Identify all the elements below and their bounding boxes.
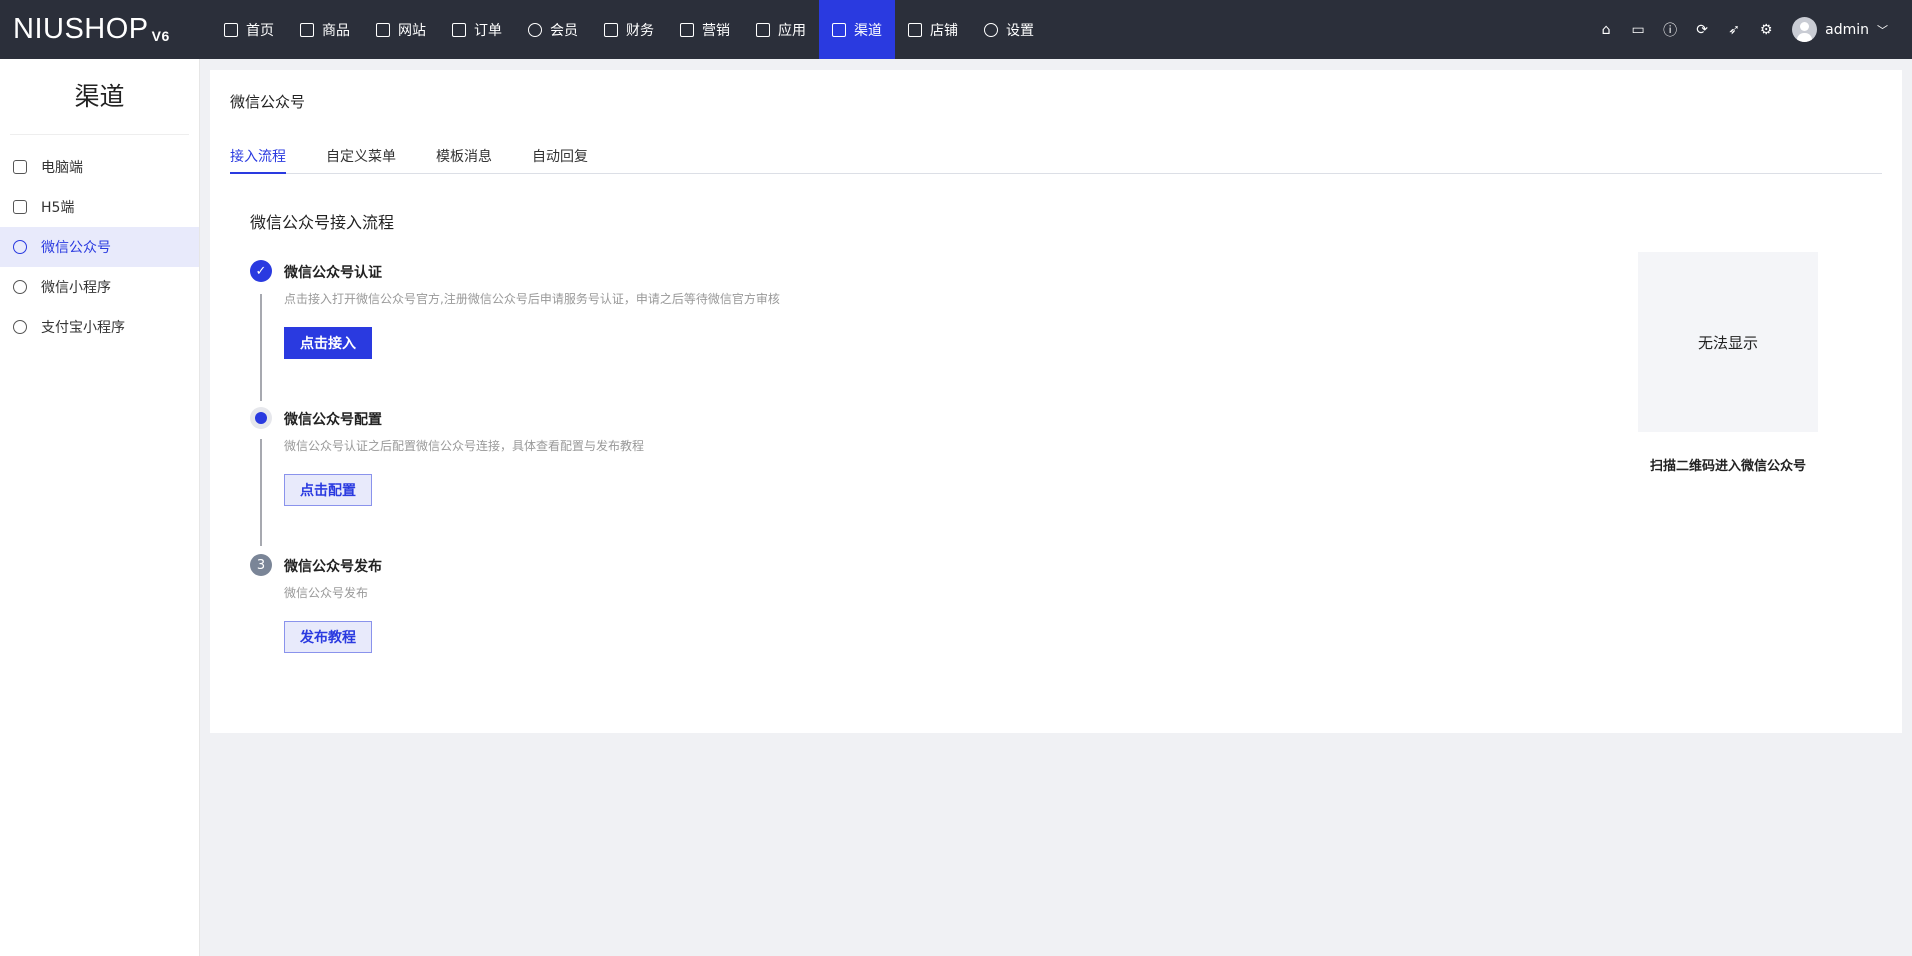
- user-icon: [528, 22, 542, 37]
- nav-label: 首页: [246, 22, 274, 39]
- wechat-badge-icon: [13, 240, 27, 254]
- step-connector: [260, 294, 262, 401]
- html5-icon: [13, 200, 27, 214]
- step-title: 微信公众号配置: [284, 412, 382, 428]
- nav-website[interactable]: 网站: [363, 0, 439, 59]
- logo-version: V6: [151, 28, 170, 44]
- alipay-icon: [13, 320, 27, 334]
- step-title: 微信公众号发布: [284, 559, 382, 575]
- nav-finance[interactable]: 财务: [591, 0, 667, 59]
- header-tools: ⌂ ▭ ⓘ ⟳ ➶ ⚙ admin ﹀: [1590, 0, 1912, 59]
- qr-code: 无法显示: [1638, 252, 1818, 432]
- nav-label: 商品: [322, 22, 350, 39]
- nav-label: 渠道: [854, 22, 882, 39]
- tab-custom-menu[interactable]: 自定义菜单: [326, 140, 396, 174]
- logo[interactable]: NIUSHOP V6: [13, 13, 211, 46]
- connect-button[interactable]: 点击接入: [284, 327, 372, 359]
- nav-home[interactable]: 首页: [211, 0, 287, 59]
- qr-caption: 扫描二维码进入微信公众号: [1649, 459, 1806, 474]
- wallet-icon: [604, 22, 618, 37]
- monitor-icon: [13, 160, 27, 174]
- chart-icon: [680, 22, 694, 37]
- nav-channels[interactable]: 渠道: [819, 0, 895, 59]
- rocket-icon[interactable]: ➶: [1726, 22, 1742, 38]
- easel-icon: [832, 22, 846, 37]
- document-icon: [908, 22, 922, 37]
- nav-apps[interactable]: 应用: [743, 0, 819, 59]
- nav-label: 应用: [778, 22, 806, 39]
- tab-template-message[interactable]: 模板消息: [436, 140, 492, 174]
- printer-icon: [376, 22, 390, 37]
- sidebar-item-label: 微信公众号: [41, 240, 111, 256]
- monitor-icon: [224, 22, 238, 37]
- nav-label: 会员: [550, 22, 578, 39]
- tab-auto-reply[interactable]: 自动回复: [532, 140, 588, 174]
- gear-icon[interactable]: ⚙: [1758, 22, 1774, 38]
- step-description: 微信公众号认证之后配置微信公众号连接，具体查看配置与发布教程: [284, 439, 645, 453]
- chevron-down-icon[interactable]: ﹀: [1877, 22, 1888, 38]
- nav-goods[interactable]: 商品: [287, 0, 363, 59]
- qr-placeholder-text: 无法显示: [1697, 333, 1758, 352]
- refresh-icon[interactable]: ⟳: [1694, 22, 1710, 38]
- nav-label: 网站: [398, 22, 426, 39]
- avatar[interactable]: [1792, 17, 1818, 42]
- step-description: 点击接入打开微信公众号官方,注册微信公众号后申请服务号认证，申请之后等待微信官方…: [284, 292, 780, 306]
- current-step-icon: [250, 407, 272, 429]
- tab-access-flow[interactable]: 接入流程: [230, 140, 286, 174]
- clipboard-icon: [452, 22, 466, 37]
- mini-program-icon: [13, 280, 27, 294]
- nav-marketing[interactable]: 营销: [667, 0, 743, 59]
- logo-text: NIUSHOP: [13, 13, 149, 45]
- step-number-icon: 3: [250, 554, 272, 576]
- sidebar-item-pc[interactable]: 电脑端: [0, 147, 199, 187]
- sidebar-item-wechat-official[interactable]: 微信公众号: [0, 227, 199, 267]
- grid-icon: [756, 22, 770, 37]
- sidebar-title: 渠道: [10, 59, 189, 135]
- sidebar-item-label: 支付宝小程序: [41, 320, 125, 336]
- nav-label: 财务: [626, 22, 654, 39]
- nav-label: 订单: [474, 22, 502, 39]
- nav-members[interactable]: 会员: [515, 0, 591, 59]
- step-description: 微信公众号发布: [284, 586, 369, 600]
- main-nav: 首页 商品 网站 订单 会员 财务 营销 应用 渠道 店铺 设置: [211, 0, 1047, 59]
- sidebar-item-label: 微信小程序: [41, 280, 111, 296]
- check-icon: ✓: [250, 260, 272, 282]
- content-card: 微信公众号 接入流程 自定义菜单 模板消息 自动回复 微信公众号接入流程 ✓ 微…: [210, 70, 1902, 733]
- nav-label: 营销: [702, 22, 730, 39]
- nav-orders[interactable]: 订单: [439, 0, 515, 59]
- section-title: 微信公众号接入流程: [250, 213, 395, 232]
- sidebar-item-wechat-mini[interactable]: 微信小程序: [0, 267, 199, 307]
- sidebar-item-label: 电脑端: [41, 160, 83, 176]
- page-title: 微信公众号: [230, 93, 306, 111]
- info-icon[interactable]: ⓘ: [1662, 22, 1678, 39]
- configure-button[interactable]: 点击配置: [284, 474, 372, 506]
- nav-label: 设置: [1006, 22, 1034, 39]
- user-name[interactable]: admin: [1825, 22, 1869, 38]
- bag-icon: [300, 22, 314, 37]
- step-title: 微信公众号认证: [284, 265, 382, 281]
- nav-store[interactable]: 店铺: [895, 0, 971, 59]
- publish-tutorial-button[interactable]: 发布教程: [284, 621, 372, 653]
- message-icon[interactable]: ▭: [1630, 22, 1646, 38]
- store-icon[interactable]: ⌂: [1598, 22, 1614, 38]
- top-bar: NIUSHOP V6 首页 商品 网站 订单 会员 财务 营销 应用 渠道 店铺 …: [0, 0, 1912, 59]
- sidebar-item-h5[interactable]: H5端: [0, 187, 199, 227]
- tabs: 接入流程 自定义菜单 模板消息 自动回复: [230, 140, 1882, 174]
- step-connector: [260, 439, 262, 546]
- sidebar: 渠道 电脑端 H5端 微信公众号 微信小程序 支付宝小程序: [0, 59, 200, 956]
- sidebar-item-label: H5端: [41, 200, 75, 216]
- sidebar-item-alipay-mini[interactable]: 支付宝小程序: [0, 307, 199, 347]
- nav-settings[interactable]: 设置: [971, 0, 1047, 59]
- gear-icon: [984, 22, 998, 37]
- nav-label: 店铺: [930, 22, 958, 39]
